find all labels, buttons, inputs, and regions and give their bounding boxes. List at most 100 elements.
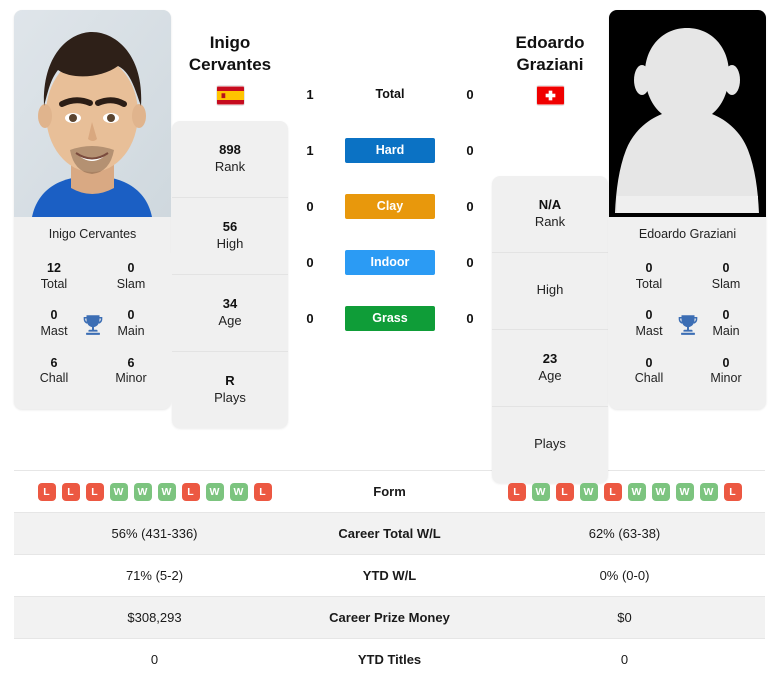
table-row-ytd-wl: 71% (5-2) YTD W/L 0% (0-0) xyxy=(14,554,765,597)
h2h-row-hard: 1 Hard 0 xyxy=(289,122,491,178)
left-player-title-stats: 12 Total 0 Slam 0 Mast 0 Main 6 Chall 6 … xyxy=(14,253,171,409)
right-career-total-wl: 62% (63-38) xyxy=(588,526,661,541)
h2h-row-total: 1 Total 0 xyxy=(289,66,491,122)
h2h-clay-chip[interactable]: Clay xyxy=(345,193,435,219)
left-main-titles: 0 Main xyxy=(117,308,145,338)
right-player-photo-placeholder xyxy=(609,10,766,217)
right-minor-titles: 0 Minor xyxy=(710,355,742,386)
right-ytd-wl: 0% (0-0) xyxy=(599,568,650,583)
left-high-cell: 56 High xyxy=(172,198,288,275)
left-form-cell: LLLWWWLWWL xyxy=(14,471,295,513)
left-player-photo-caption: Inigo Cervantes xyxy=(14,217,171,253)
form-badge-loss[interactable]: L xyxy=(37,482,56,501)
form-badge-loss[interactable]: L xyxy=(181,482,200,501)
form-badge-win[interactable]: W xyxy=(531,482,550,501)
left-player-name-line1: Inigo xyxy=(209,33,251,52)
table-row-form: LLLWWWLWWL Form LWLWLWWWWL xyxy=(14,470,765,513)
trophy-icon xyxy=(675,312,701,338)
h2h-hard-chip[interactable]: Hard xyxy=(345,137,435,163)
row-label-form: Form xyxy=(373,484,406,499)
row-label-career-prize-money: Career Prize Money xyxy=(329,610,450,625)
switzerland-flag-icon xyxy=(536,86,564,105)
form-badge-win[interactable]: W xyxy=(205,482,224,501)
h2h-row-clay: 0 Clay 0 xyxy=(289,178,491,234)
left-player-photo-card[interactable]: Inigo Cervantes 12 Total 0 Slam 0 Mast 0… xyxy=(14,10,171,409)
trophy-icon xyxy=(80,312,106,338)
right-player-photo-card[interactable]: Edoardo Graziani 0 Total 0 Slam 0 Mast 0… xyxy=(609,10,766,409)
form-badge-win[interactable]: W xyxy=(109,482,128,501)
form-badge-win[interactable]: W xyxy=(229,482,248,501)
right-player-photo-caption: Edoardo Graziani xyxy=(609,217,766,253)
left-titles-row-2: 0 Mast 0 Main xyxy=(20,302,165,349)
left-titles-row-3: 6 Chall 6 Minor xyxy=(20,350,165,397)
right-player-rank-card: N/A Rank High 23 Age Plays xyxy=(492,175,608,483)
right-high-cell: High xyxy=(492,253,608,330)
row-label-career-total-wl: Career Total W/L xyxy=(338,526,441,541)
form-badge-win[interactable]: W xyxy=(157,482,176,501)
right-career-prize-money: $0 xyxy=(617,610,632,625)
right-titles-row-1: 0 Total 0 Slam xyxy=(615,255,760,302)
head-to-head-surfaces: 1 Total 0 1 Hard 0 0 Clay 0 0 Indoor 0 0… xyxy=(289,10,491,346)
right-titles-row-3: 0 Chall 0 Minor xyxy=(615,350,760,397)
left-total-titles: 12 Total xyxy=(40,261,68,291)
row-label-ytd-wl: YTD W/L xyxy=(362,568,417,583)
form-badge-loss[interactable]: L xyxy=(723,482,742,501)
right-player-card: Edoardo Graziani 0 Total 0 Slam 0 Mast 0… xyxy=(609,10,766,409)
h2h-total-right-score: 0 xyxy=(466,86,474,102)
right-player-name[interactable]: Edoardo Graziani xyxy=(516,32,585,76)
h2h-indoor-right-score: 0 xyxy=(466,254,474,270)
h2h-row-grass: 0 Grass 0 xyxy=(289,290,491,346)
left-career-prize-money: $308,293 xyxy=(127,610,182,625)
row-label-ytd-titles: YTD Titles xyxy=(357,652,422,667)
right-challenger-titles: 0 Chall xyxy=(634,355,664,386)
form-badge-loss[interactable]: L xyxy=(603,482,622,501)
h2h-grass-left-score: 0 xyxy=(306,310,314,326)
form-badge-loss[interactable]: L xyxy=(85,482,104,501)
h2h-clay-left-score: 0 xyxy=(306,198,314,214)
table-row-career-total-wl: 56% (431-336) Career Total W/L 62% (63-3… xyxy=(14,512,765,555)
right-player-info: Edoardo Graziani N/A Rank High 23 Age Pl… xyxy=(491,10,609,483)
form-badge-win[interactable]: W xyxy=(651,482,670,501)
left-player-name[interactable]: Inigo Cervantes xyxy=(189,32,271,76)
table-row-ytd-titles: 0 YTD Titles 0 xyxy=(14,638,765,681)
h2h-grass-chip[interactable]: Grass xyxy=(345,305,435,331)
h2h-clay-right-score: 0 xyxy=(466,198,474,214)
left-career-total-wl: 56% (431-336) xyxy=(111,526,198,541)
spain-flag-icon xyxy=(216,86,244,105)
form-badge-loss[interactable]: L xyxy=(507,482,526,501)
form-badge-loss[interactable]: L xyxy=(253,482,272,501)
left-titles-row-1: 12 Total 0 Slam xyxy=(20,255,165,302)
form-badge-win[interactable]: W xyxy=(133,482,152,501)
left-ytd-titles: 0 xyxy=(150,652,159,667)
h2h-total-left-score: 1 xyxy=(306,86,314,102)
right-player-name-line2: Graziani xyxy=(516,54,584,74)
left-player-card: Inigo Cervantes 12 Total 0 Slam 0 Mast 0… xyxy=(14,10,171,409)
left-player-photo xyxy=(14,10,171,217)
left-player-rank-card: 898 Rank 56 High 34 Age R Plays xyxy=(172,120,288,428)
right-ytd-titles: 0 xyxy=(620,652,629,667)
right-total-titles: 0 Total xyxy=(635,261,663,291)
form-badge-win[interactable]: W xyxy=(627,482,646,501)
left-plays-cell: R Plays xyxy=(214,372,246,405)
left-age-cell: 34 Age xyxy=(172,275,288,352)
left-player-info: Inigo Cervantes 898 Rank 56 High 34 Age xyxy=(171,10,289,428)
left-player-name-line2: Cervantes xyxy=(188,54,272,74)
right-player-name-line1: Edoardo xyxy=(515,33,585,52)
form-badge-win[interactable]: W xyxy=(675,482,694,501)
form-badge-loss[interactable]: L xyxy=(61,482,80,501)
form-badge-win[interactable]: W xyxy=(699,482,718,501)
left-slam-titles: 0 Slam xyxy=(116,261,146,291)
right-rank-cell: N/A Rank xyxy=(492,176,608,253)
form-badge-win[interactable]: W xyxy=(579,482,598,501)
right-player-title-stats: 0 Total 0 Slam 0 Mast 0 Main 0 Chall 0 M… xyxy=(609,253,766,409)
right-masters-titles: 0 Mast xyxy=(635,308,663,338)
right-form-badges: LWLWLWWWWL xyxy=(484,482,765,501)
left-challenger-titles: 6 Chall xyxy=(39,355,69,386)
form-badge-loss[interactable]: L xyxy=(555,482,574,501)
h2h-indoor-chip[interactable]: Indoor xyxy=(345,249,435,275)
right-age-cell: 23 Age xyxy=(492,330,608,407)
h2h-row-indoor: 0 Indoor 0 xyxy=(289,234,491,290)
right-plays-cell: Plays xyxy=(534,436,566,452)
left-form-badges: LLLWWWLWWL xyxy=(14,482,295,501)
player-comparison-table: LLLWWWLWWL Form LWLWLWWWWL 56% (431-336)… xyxy=(14,470,765,680)
